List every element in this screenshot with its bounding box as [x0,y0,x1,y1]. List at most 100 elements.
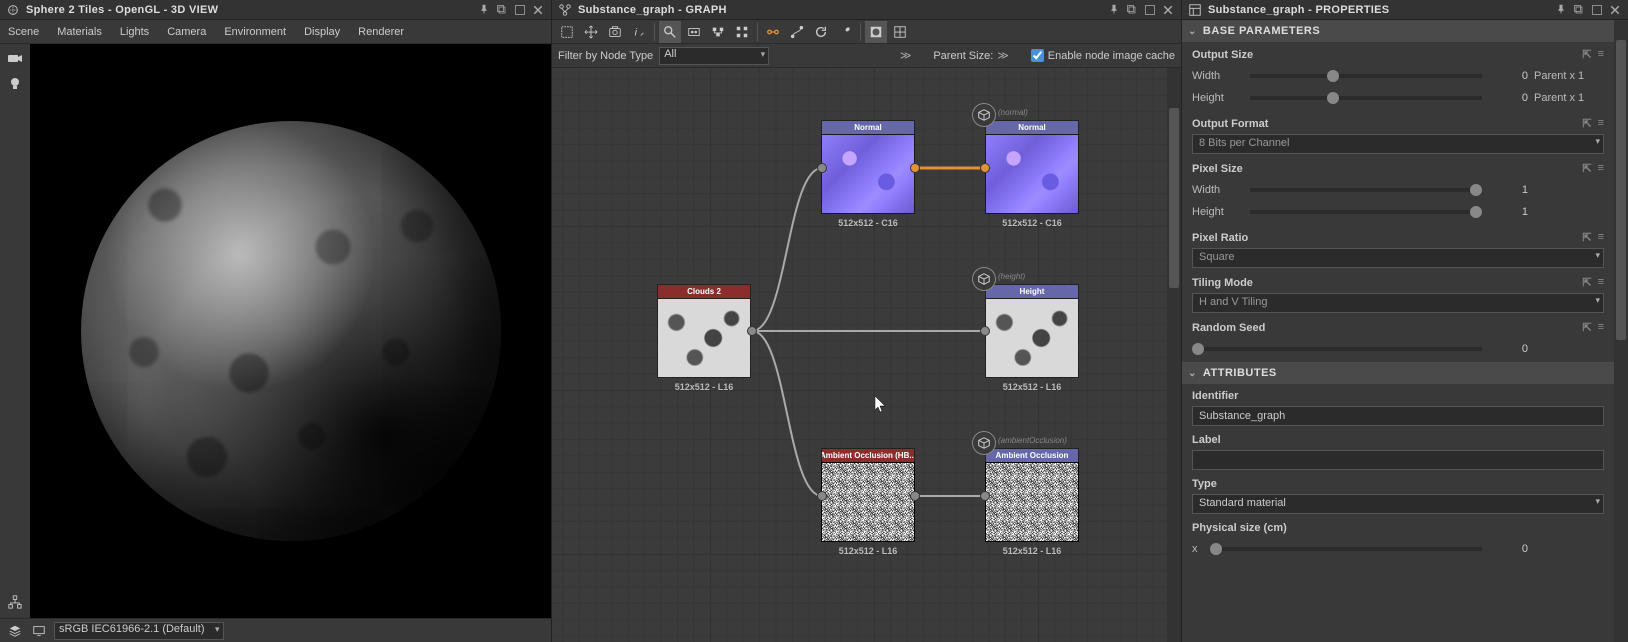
slider-pixel-width[interactable] [1250,188,1482,192]
group-pixel-size: Pixel Size ⇱≡ [1192,162,1604,175]
input-label[interactable] [1192,450,1604,470]
input-identifier[interactable] [1192,406,1604,426]
slider-output-width[interactable] [1250,74,1482,78]
node-ao-output[interactable]: Ambient Occlusion 512x512 - L16 [985,448,1079,556]
node-resolution: 512x512 - C16 [985,218,1079,228]
menu-icon[interactable]: ≡ [1598,231,1604,244]
output-badge-icon[interactable] [972,431,996,455]
slider-output-height[interactable] [1250,96,1482,100]
menu-lights[interactable]: Lights [120,26,149,38]
light-icon[interactable] [7,76,23,92]
colorspace-dropdown[interactable]: sRGB IEC61966-2.1 (Default) [54,622,224,640]
properties-icon [1188,3,1202,17]
output-badge-icon[interactable] [972,267,996,291]
node-input-port[interactable] [980,491,990,501]
mask-icon[interactable] [865,21,887,43]
graph-canvas[interactable]: Clouds 2 512x512 - L16 Normal 512x512 - … [552,68,1181,642]
menu-icon[interactable]: ≡ [1598,276,1604,289]
inherit-icon[interactable]: ⇱ [1582,276,1591,289]
menu-renderer[interactable]: Renderer [358,26,404,38]
output-badge-icon[interactable] [972,103,996,127]
node-output-port[interactable] [910,163,920,173]
filter-dropdown[interactable]: All [659,47,769,65]
popout-icon[interactable] [1572,3,1586,17]
node-input-port[interactable] [817,163,827,173]
menu-icon[interactable]: ≡ [1598,48,1604,61]
slider-random-seed[interactable] [1192,347,1482,351]
pin-icon[interactable] [477,3,491,17]
menu-camera[interactable]: Camera [167,26,206,38]
output-label: (ambientOcclusion) [998,436,1067,445]
node-normal-output[interactable]: Normal 512x512 - C16 [985,120,1079,228]
cache-checkbox-row[interactable]: Enable node image cache [1031,49,1175,62]
node-caption: Ambient Occlusion [985,448,1079,462]
camera-icon[interactable] [7,50,23,66]
node-resolution: 512x512 - L16 [985,382,1079,392]
pin-icon[interactable] [1107,3,1121,17]
popout-icon[interactable] [1125,3,1139,17]
wrench-icon[interactable] [834,21,856,43]
snapshot-icon[interactable] [604,21,626,43]
slider-pixel-height[interactable] [1250,210,1482,214]
route-icon[interactable] [786,21,808,43]
graph-header: Substance_graph - GRAPH [552,0,1181,20]
close-icon[interactable] [1608,3,1622,17]
fit-icon[interactable] [683,21,705,43]
viewport-3d[interactable] [30,44,551,618]
select-tool-icon[interactable] [556,21,578,43]
maximize-icon[interactable] [1143,3,1157,17]
maximize-icon[interactable] [513,3,527,17]
zoom-icon[interactable] [659,21,681,43]
menu-scene[interactable]: Scene [8,26,39,38]
dropdown-tiling-mode[interactable]: H and V Tiling [1192,293,1604,313]
refresh-icon[interactable] [810,21,832,43]
node-input-port[interactable] [817,491,827,501]
grid-icon[interactable] [889,21,911,43]
monitor-icon[interactable] [30,622,48,640]
inherit-icon[interactable]: ⇱ [1582,117,1591,130]
dropdown-pixel-ratio[interactable]: Square [1192,248,1604,268]
inherit-icon[interactable]: ⇱ [1582,321,1591,334]
node-input-port[interactable] [980,326,990,336]
pin-icon[interactable] [1554,3,1568,17]
menu-icon[interactable]: ≡ [1598,321,1604,334]
align-icon[interactable] [707,21,729,43]
info-icon[interactable]: i [628,21,650,43]
node-caption: Normal [821,120,915,134]
link-icon[interactable] [762,21,784,43]
node-height-output[interactable]: Height 512x512 - L16 [985,284,1079,392]
dropdown-output-format[interactable]: 8 Bits per Channel [1192,134,1604,154]
props-scrollbar[interactable] [1614,20,1628,642]
close-icon[interactable] [531,3,545,17]
move-tool-icon[interactable] [580,21,602,43]
menu-icon[interactable]: ≡ [1598,162,1604,175]
section-attributes[interactable]: ⌄ ATTRIBUTES [1182,362,1614,384]
node-output-port[interactable] [747,326,757,336]
inherit-icon[interactable]: ⇱ [1582,231,1591,244]
node-clouds[interactable]: Clouds 2 512x512 - L16 [657,284,751,392]
menu-materials[interactable]: Materials [57,26,102,38]
maximize-icon[interactable] [1590,3,1604,17]
node-output-port[interactable] [910,491,920,501]
close-icon[interactable] [1161,3,1175,17]
slider-physical-x[interactable] [1210,547,1482,551]
inherit-icon[interactable]: ⇱ [1582,48,1591,61]
node-resolution: 512x512 - C16 [821,218,915,228]
arrange-icon[interactable] [731,21,753,43]
inherit-icon[interactable]: ⇱ [1582,162,1591,175]
popout-icon[interactable] [495,3,509,17]
node-input-port[interactable] [980,163,990,173]
layers-icon[interactable] [6,622,24,640]
menu-icon[interactable]: ≡ [1598,117,1604,130]
cache-checkbox[interactable] [1031,49,1044,62]
node-normal[interactable]: Normal 512x512 - C16 [821,120,915,228]
chevrons-icon[interactable]: ≫ [900,49,912,62]
graph-scrollbar[interactable] [1167,68,1181,642]
section-base-parameters[interactable]: ⌄ BASE PARAMETERS [1182,20,1614,42]
menu-environment[interactable]: Environment [224,26,286,38]
parent-size-chevron-icon[interactable]: ≫ [997,49,1009,62]
menu-display[interactable]: Display [304,26,340,38]
dropdown-type[interactable]: Standard material [1192,494,1604,514]
hierarchy-icon[interactable] [7,594,23,610]
node-ao[interactable]: Ambient Occlusion (HB... 512x512 - L16 [821,448,915,556]
